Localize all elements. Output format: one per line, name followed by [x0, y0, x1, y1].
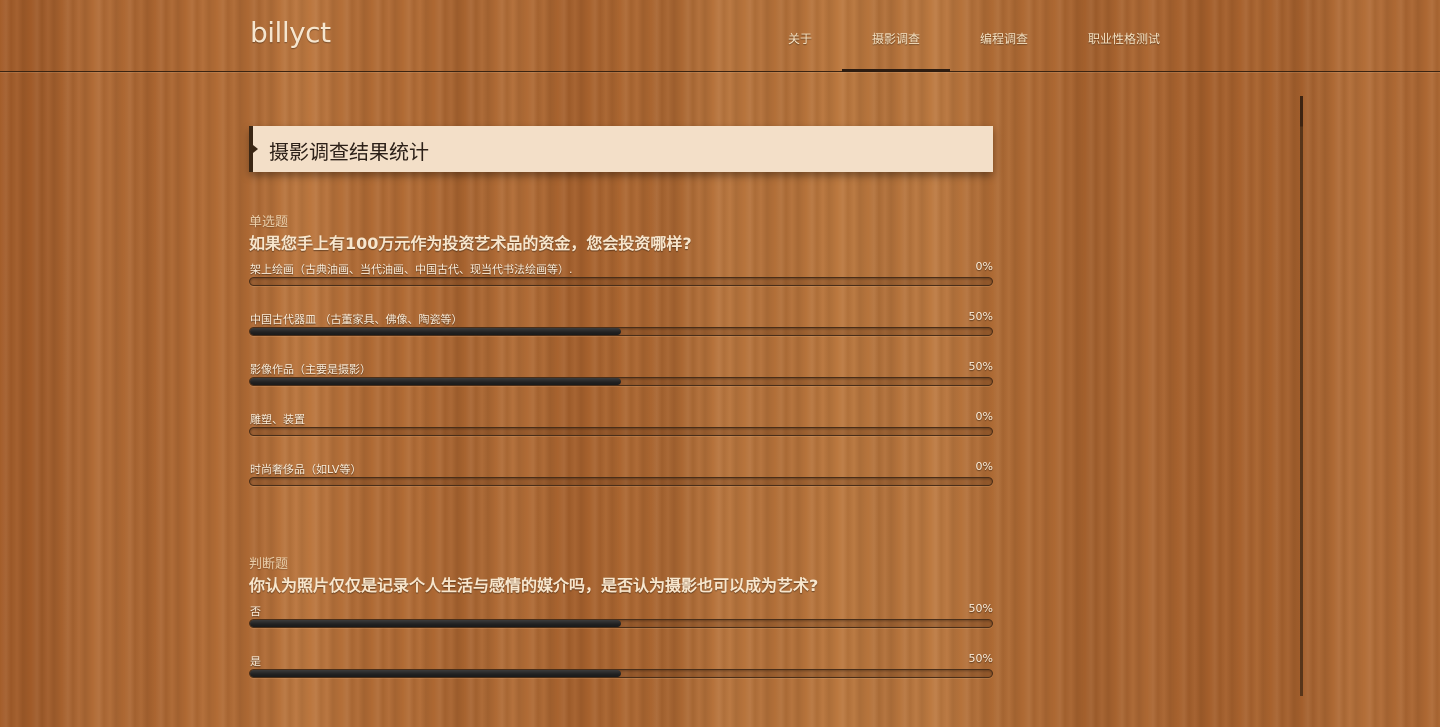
- option-percent: 50%: [968, 602, 993, 615]
- option-percent: 0%: [975, 460, 993, 473]
- progress-track: [249, 427, 993, 436]
- question-type: 单选题: [249, 215, 289, 230]
- nav-item-programming-survey[interactable]: 编程调查: [980, 30, 1028, 47]
- option-row: 架上绘画（古典油画、当代油画、中国古代、现当代书法绘画等）. 0%: [249, 255, 993, 305]
- option-row: 中国古代器皿 （古董家具、佛像、陶瓷等） 50%: [249, 305, 993, 355]
- question-block: 单选题 如果您手上有100万元作为投资艺术品的资金，您会投资哪样? 架上绘画（古…: [249, 214, 993, 505]
- option-row: 雕塑、装置 0%: [249, 405, 993, 455]
- option-row: 时尚奢侈品（如LV等） 0%: [249, 455, 993, 505]
- option-percent: 50%: [968, 652, 993, 665]
- progress-fill: [250, 620, 621, 627]
- question-type: 判断题: [249, 557, 289, 572]
- option-row: 否 50%: [249, 597, 993, 647]
- option-percent: 50%: [968, 310, 993, 323]
- progress-track: [249, 377, 993, 386]
- site-header: billyct 关于 摄影调查 编程调查 职业性格测试: [0, 0, 1440, 72]
- progress-track: [249, 477, 993, 486]
- question-text: 如果您手上有100万元作为投资艺术品的资金，您会投资哪样?: [249, 234, 692, 253]
- page-title: 摄影调查结果统计: [269, 140, 429, 164]
- nav-item-about[interactable]: 关于: [788, 30, 812, 47]
- progress-track: [249, 327, 993, 336]
- option-label: 是: [250, 655, 261, 668]
- progress-track: [249, 619, 993, 628]
- option-percent: 0%: [975, 260, 993, 273]
- nav-item-photography-survey[interactable]: 摄影调查: [841, 30, 951, 72]
- banner-arrow-icon: [253, 145, 258, 153]
- option-label: 影像作品（主要是摄影）: [250, 363, 371, 376]
- option-percent: 50%: [968, 360, 993, 373]
- question-text: 你认为照片仅仅是记录个人生活与感情的媒介吗，是否认为摄影也可以成为艺术?: [249, 576, 819, 595]
- question-block: 判断题 你认为照片仅仅是记录个人生活与感情的媒介吗，是否认为摄影也可以成为艺术?…: [249, 556, 993, 697]
- sidebar-divider: [1300, 96, 1303, 696]
- site-logo[interactable]: billyct: [250, 16, 331, 49]
- option-label: 中国古代器皿 （古董家具、佛像、陶瓷等）: [250, 313, 463, 326]
- progress-fill: [250, 378, 621, 385]
- option-row: 影像作品（主要是摄影） 50%: [249, 355, 993, 405]
- option-list: 否 50% 是 50%: [249, 597, 993, 697]
- nav-item-personality-test[interactable]: 职业性格测试: [1088, 30, 1160, 47]
- progress-track: [249, 277, 993, 286]
- option-label: 架上绘画（古典油画、当代油画、中国古代、现当代书法绘画等）.: [250, 263, 573, 276]
- option-label: 否: [250, 605, 261, 618]
- option-label: 时尚奢侈品（如LV等）: [250, 463, 362, 476]
- progress-fill: [250, 670, 621, 677]
- option-row: 是 50%: [249, 647, 993, 697]
- progress-track: [249, 669, 993, 678]
- page-title-banner: 摄影调查结果统计: [249, 126, 993, 172]
- option-list: 架上绘画（古典油画、当代油画、中国古代、现当代书法绘画等）. 0% 中国古代器皿…: [249, 255, 993, 505]
- progress-fill: [250, 328, 621, 335]
- option-percent: 0%: [975, 410, 993, 423]
- option-label: 雕塑、装置: [250, 413, 305, 426]
